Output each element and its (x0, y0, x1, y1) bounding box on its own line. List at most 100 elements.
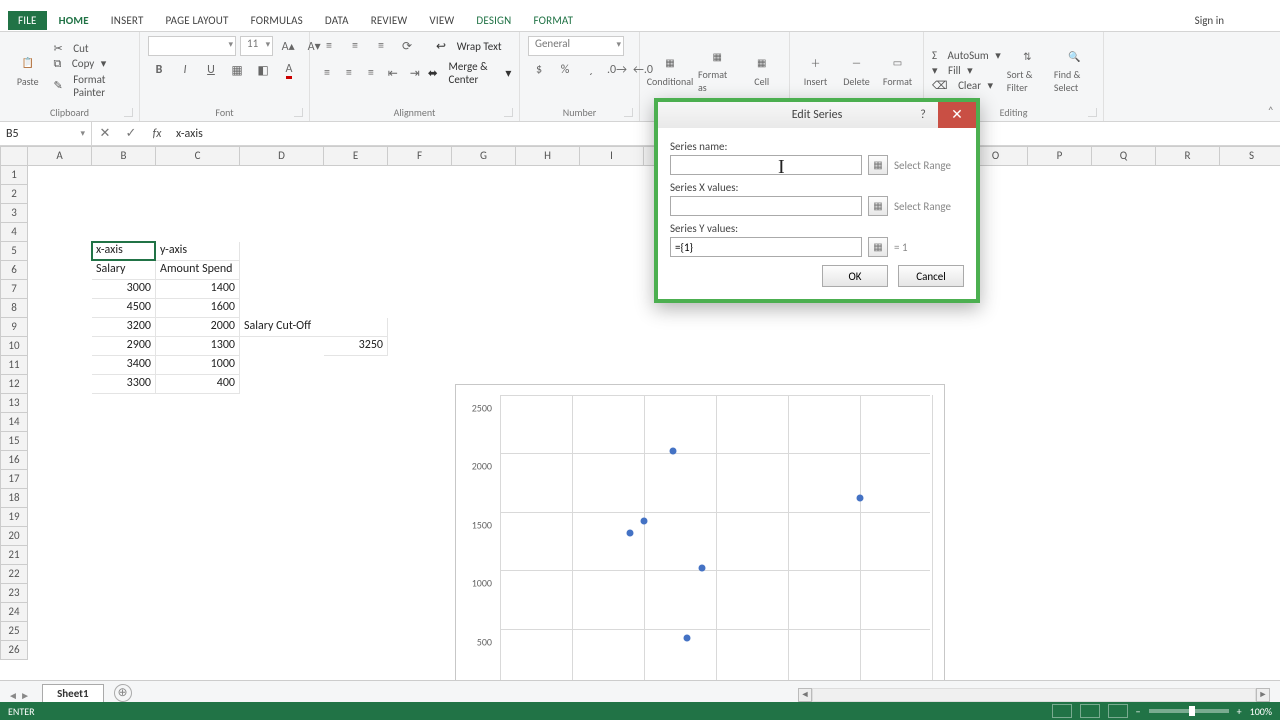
italic-button[interactable]: I (174, 60, 196, 80)
row-header[interactable]: 24 (0, 603, 28, 622)
tab-format[interactable]: FORMAT (524, 11, 584, 30)
view-normal-icon[interactable] (1052, 704, 1072, 718)
cell[interactable]: 2900 (92, 337, 156, 356)
align-middle-icon[interactable]: ≡ (344, 36, 366, 56)
insert-cells-button[interactable]: ＋Insert (798, 53, 833, 88)
data-point[interactable] (626, 530, 633, 537)
fill-button[interactable]: ▾ Fill ▾ (932, 64, 1001, 77)
horizontal-scrollbar[interactable]: ◄► (798, 688, 1270, 702)
data-point[interactable] (857, 495, 864, 502)
sign-in-link[interactable]: Sign in (1195, 14, 1224, 27)
conditional-formatting-button[interactable]: ▦Conditional (648, 53, 692, 88)
col-header[interactable]: C (156, 146, 240, 166)
row-header[interactable]: 21 (0, 546, 28, 565)
series-y-input[interactable] (670, 237, 862, 257)
new-sheet-button[interactable]: ⊕ (114, 684, 132, 702)
cell[interactable]: 3000 (92, 280, 156, 299)
enter-entry-icon[interactable]: ✓ (118, 126, 144, 141)
range-selector-icon[interactable]: ▦ (868, 237, 888, 257)
row-header[interactable]: 14 (0, 413, 28, 432)
view-page-break-icon[interactable] (1108, 704, 1128, 718)
merge-center-button[interactable]: ⬌ Merge & Center ▾ (428, 60, 512, 86)
borders-button[interactable]: ▦ (226, 60, 248, 80)
view-page-layout-icon[interactable] (1080, 704, 1100, 718)
series-x-input[interactable] (670, 196, 862, 216)
cell[interactable]: Amount Spend (156, 261, 240, 280)
cell[interactable]: x-axis (92, 242, 156, 261)
cancel-button[interactable]: Cancel (898, 265, 964, 287)
indent-inc-icon[interactable]: ⇥ (406, 63, 424, 83)
data-point[interactable] (641, 518, 648, 525)
cut-button[interactable]: ✂ Cut (54, 42, 131, 55)
col-header[interactable]: H (516, 146, 580, 166)
cell[interactable]: Salary Cut-Off (240, 318, 388, 337)
autosum-button[interactable]: Σ AutoSum ▾ (932, 49, 1001, 62)
worksheet-grid[interactable]: ABCDEFGHIJKLMNOPQRS 12345678910111213141… (0, 146, 1280, 646)
col-header[interactable]: E (324, 146, 388, 166)
comma-icon[interactable]: ˏ (580, 60, 602, 80)
sheet-tab-sheet1[interactable]: Sheet1 (42, 684, 104, 702)
col-header[interactable]: R (1156, 146, 1220, 166)
sheet-nav[interactable]: ◄ ► (0, 689, 38, 702)
cell[interactable]: 4500 (92, 299, 156, 318)
dialog-help-icon[interactable]: ? (910, 102, 936, 128)
tab-file[interactable]: FILE (8, 11, 47, 30)
col-header[interactable]: A (28, 146, 92, 166)
row-header[interactable]: 2 (0, 185, 28, 204)
row-header[interactable]: 22 (0, 565, 28, 584)
cell[interactable]: 2000 (156, 318, 240, 337)
tab-home[interactable]: HOME (49, 11, 99, 30)
col-header[interactable]: Q (1092, 146, 1156, 166)
row-header[interactable]: 17 (0, 470, 28, 489)
name-box[interactable]: B5▾ (0, 122, 92, 145)
scatter-chart[interactable]: 0500100015002000250020002500300035004000… (455, 384, 945, 714)
row-header[interactable]: 18 (0, 489, 28, 508)
align-left-icon[interactable]: ≡ (318, 63, 336, 83)
sort-filter-button[interactable]: ⇅Sort & Filter (1007, 46, 1048, 94)
copy-button[interactable]: ⧉ Copy ▾ (54, 57, 131, 71)
col-header[interactable]: B (92, 146, 156, 166)
cell[interactable]: 3200 (92, 318, 156, 337)
delete-cells-button[interactable]: －Delete (839, 53, 874, 88)
row-header[interactable]: 6 (0, 261, 28, 280)
accounting-icon[interactable]: $ (528, 60, 550, 80)
row-header[interactable]: 4 (0, 223, 28, 242)
row-header[interactable]: 9 (0, 318, 28, 337)
data-point[interactable] (684, 635, 691, 642)
indent-dec-icon[interactable]: ⇤ (384, 63, 402, 83)
orientation-icon[interactable]: ⟳ (396, 36, 418, 56)
row-header[interactable]: 20 (0, 527, 28, 546)
paste-button[interactable]: 📋 Paste (8, 53, 48, 88)
row-header[interactable]: 5 (0, 242, 28, 261)
cell[interactable]: 3400 (92, 356, 156, 375)
insert-function-icon[interactable]: fx (144, 127, 170, 141)
cell[interactable]: 1300 (156, 337, 240, 356)
row-header[interactable]: 12 (0, 375, 28, 394)
row-header[interactable]: 3 (0, 204, 28, 223)
collapse-ribbon-icon[interactable]: ˄ (1268, 105, 1274, 119)
range-selector-icon[interactable]: ▦ (868, 155, 888, 175)
zoom-out-icon[interactable]: − (1136, 705, 1141, 718)
bold-button[interactable]: B (148, 60, 170, 80)
align-bottom-icon[interactable]: ≡ (370, 36, 392, 56)
font-size-combo[interactable]: 11 (240, 36, 273, 56)
find-select-button[interactable]: 🔍Find & Select (1054, 46, 1095, 94)
series-name-input[interactable] (670, 155, 862, 175)
cell[interactable]: y-axis (156, 242, 240, 261)
inc-decimal-icon[interactable]: .0→ (606, 60, 628, 80)
row-header[interactable]: 26 (0, 641, 28, 660)
fill-color-button[interactable]: ◧ (252, 60, 274, 80)
cell-styles-button[interactable]: ▦Cell (743, 53, 782, 88)
tab-data[interactable]: DATA (315, 11, 359, 30)
cancel-entry-icon[interactable]: ✕ (92, 126, 118, 141)
col-header[interactable]: F (388, 146, 452, 166)
dialog-title[interactable]: Edit Series ? ✕ (658, 102, 976, 128)
cell[interactable]: 1000 (156, 356, 240, 375)
format-as-table-button[interactable]: ▦Format as (698, 46, 737, 94)
zoom-slider[interactable] (1149, 709, 1229, 713)
range-selector-icon[interactable]: ▦ (868, 196, 888, 216)
dialog-close-icon[interactable]: ✕ (938, 102, 976, 128)
percent-icon[interactable]: % (554, 60, 576, 80)
row-header[interactable]: 8 (0, 299, 28, 318)
tab-view[interactable]: VIEW (419, 11, 464, 30)
